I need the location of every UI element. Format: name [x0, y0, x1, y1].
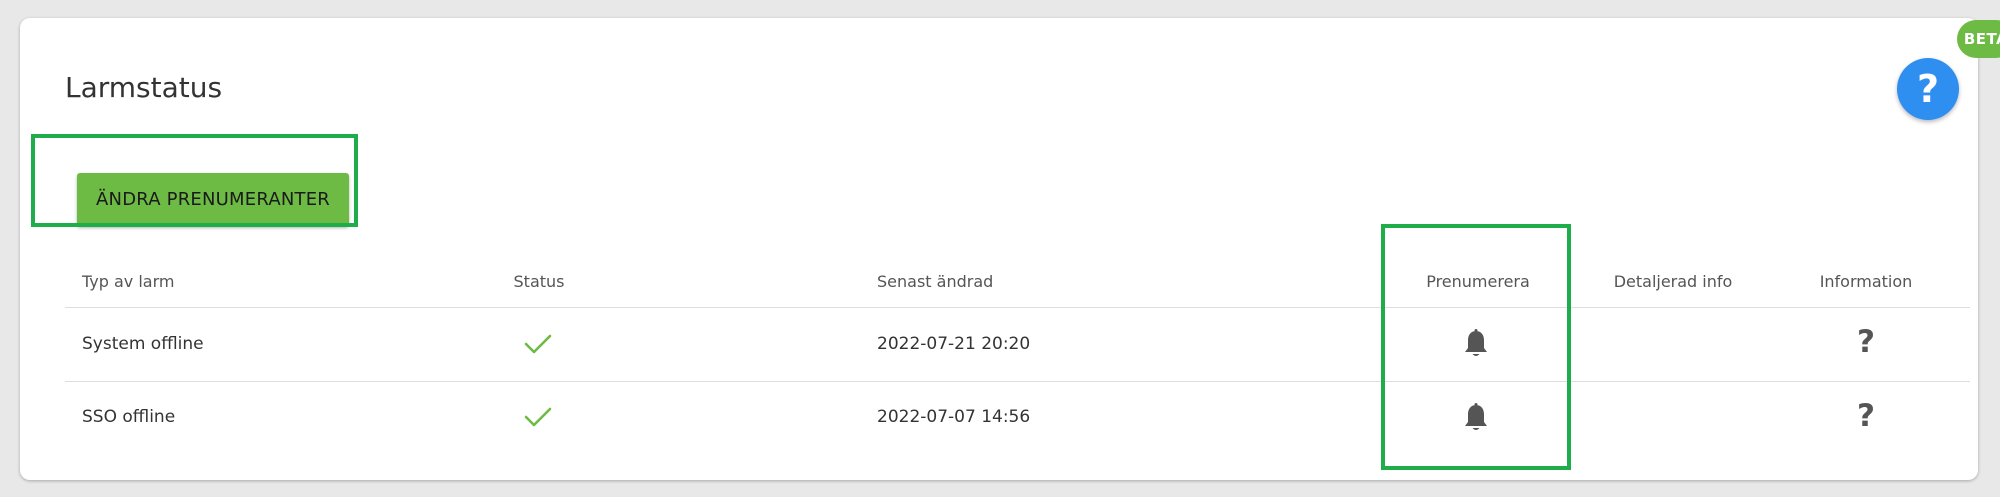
column-header-type: Typ av larm: [82, 272, 175, 291]
column-header-detailed-info: Detaljerad info: [1613, 272, 1733, 291]
question-mark-icon: ?: [1916, 67, 1940, 111]
information-help-icon[interactable]: ?: [1846, 324, 1886, 360]
check-icon: [520, 328, 556, 360]
bell-icon[interactable]: [1458, 325, 1494, 363]
column-header-subscribe: Prenumerera: [1426, 272, 1530, 291]
last-changed-cell: 2022-07-21 20:20: [877, 334, 1031, 354]
row-divider: [65, 381, 1970, 382]
page-title: Larmstatus: [65, 71, 223, 104]
column-header-last-changed: Senast ändrad: [877, 272, 994, 291]
help-button[interactable]: ?: [1897, 58, 1959, 120]
last-changed-cell: 2022-07-07 14:56: [877, 407, 1031, 427]
alarm-type-cell: SSO offline: [82, 407, 176, 427]
header-divider: [65, 307, 1970, 308]
alarm-type-cell: System offline: [82, 334, 204, 354]
information-help-icon[interactable]: ?: [1846, 398, 1886, 434]
alarm-status-card: Larmstatus BETA ? ÄNDRA PRENUMERANTER Ty…: [20, 18, 2000, 480]
column-header-status: Status: [513, 272, 565, 291]
column-header-information: Information: [1819, 272, 1913, 291]
bell-icon[interactable]: [1458, 399, 1494, 437]
check-icon: [520, 401, 556, 433]
beta-badge: BETA: [1957, 20, 2000, 58]
change-subscribers-button[interactable]: ÄNDRA PRENUMERANTER: [77, 173, 349, 226]
